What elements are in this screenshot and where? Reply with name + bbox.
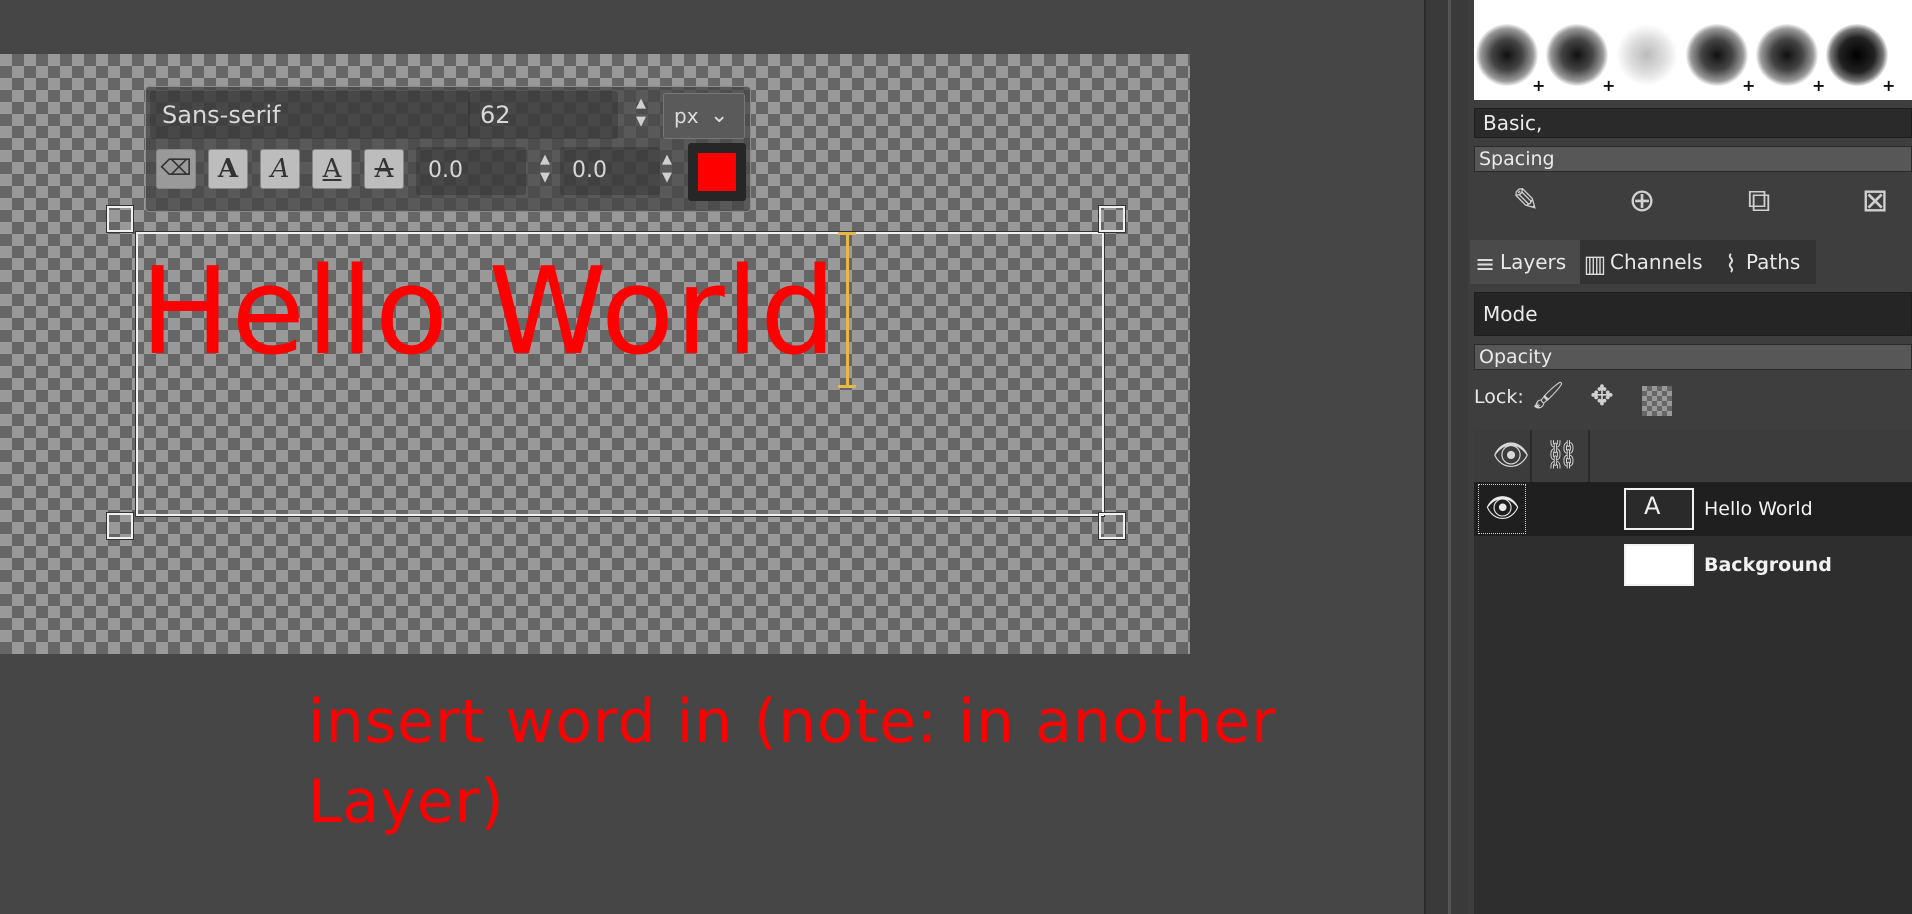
layers-icon: ≡ [1474,249,1496,278]
new-brush-icon[interactable]: ⊕ [1618,176,1666,224]
layer-thumbnail: A [1624,488,1694,530]
paths-icon: ⌇ [1725,249,1737,278]
duplicate-brush-icon[interactable]: ⧉ [1735,176,1783,224]
tab-channels[interactable]: ▥ Channels [1580,240,1716,284]
italic-icon: A [270,154,290,184]
font-size-input[interactable]: 62 [468,91,618,139]
baseline-input[interactable]: 0.0 [416,147,526,195]
column-divider [1530,430,1532,484]
brush-grid[interactable]: + + + + + [1474,0,1912,100]
chevron-down-icon: ⌄ [710,103,729,128]
plus-icon: + [1812,76,1826,95]
plus-icon: + [1882,76,1896,95]
resize-handle-top-left[interactable] [107,206,133,232]
brush-preset-field[interactable]: Basic, [1474,108,1912,138]
brush-preset[interactable] [1756,24,1818,86]
bold-button[interactable]: A [208,149,248,189]
opacity-slider[interactable]: Opacity [1474,344,1912,370]
kerning-input[interactable]: 0.0 [560,147,660,195]
lock-alpha-icon[interactable] [1642,386,1672,416]
tab-layers[interactable]: ≡ Layers [1470,240,1580,284]
brush-preset[interactable] [1616,24,1678,86]
plus-icon: + [1602,76,1616,95]
unit-label: px [674,104,699,128]
text-toolbox: Sans-serif 62 ▲ ▼ px ⌄ ⌫ A A A A 0.0 ▲ ▼ 0… [145,86,751,212]
italic-button[interactable]: A [260,149,300,189]
lock-pixels-icon[interactable]: 🖌 [1528,376,1568,416]
strikethrough-button[interactable]: A [364,149,404,189]
edit-brush-icon[interactable]: ✎ [1502,176,1550,224]
strikethrough-icon: A [374,154,394,184]
kerning-spinner[interactable]: ▲ ▼ [656,151,678,191]
layer-row[interactable]: Background [1474,538,1912,592]
resize-handle-top-right[interactable] [1099,206,1125,232]
text-color-swatch [698,153,736,191]
lock-position-icon[interactable]: ✥ [1582,376,1622,416]
layer-name[interactable]: Background [1704,538,1832,592]
plus-icon: + [1742,76,1756,95]
layer-mode-select[interactable]: Mode [1474,292,1912,336]
dock-divider-line [1448,0,1451,914]
tab-paths-label: Paths [1746,250,1801,274]
baseline-spinner[interactable]: ▲ ▼ [534,151,556,191]
brush-preset[interactable] [1546,24,1608,86]
channels-icon: ▥ [1583,249,1607,278]
resize-handle-bottom-left[interactable] [107,513,133,539]
text-cursor [846,234,849,386]
dock-divider[interactable] [1424,0,1470,914]
text-color-button[interactable] [688,143,746,201]
clear-style-button[interactable]: ⌫ [156,149,196,189]
text-cursor-cap-top [838,232,856,235]
layer-visibility-toggle[interactable]: 👁 [1478,484,1526,534]
font-size-spinner[interactable]: ▲ ▼ [630,95,652,135]
annotation-note: insert word in (note: in another Layer) [308,687,1277,837]
font-input[interactable]: Sans-serif [150,91,470,139]
underline-button[interactable]: A [312,149,352,189]
chain-header-icon: ⛓ [1544,438,1580,471]
clear-style-icon: ⌫ [160,156,192,181]
visibility-header-icon: 👁 [1492,438,1531,473]
canvas-text-layer[interactable]: Hello World [140,248,837,378]
brush-preset[interactable] [1826,24,1888,86]
spacing-slider[interactable]: Spacing [1474,146,1912,172]
layer-thumbnail [1624,544,1694,586]
tab-layers-label: Layers [1500,250,1567,274]
text-layer-icon: A [1644,492,1661,520]
layer-name[interactable]: Hello World [1704,482,1813,536]
underline-icon: A [322,154,342,184]
resize-handle-bottom-right[interactable] [1099,513,1125,539]
tab-channels-label: Channels [1610,250,1703,274]
unit-select[interactable]: px ⌄ [663,93,745,139]
eye-icon: 👁 [1485,491,1521,524]
brush-preset[interactable] [1686,24,1748,86]
text-cursor-cap-bottom [838,385,856,388]
layers-list-header: 👁 ⛓ [1474,430,1912,485]
brush-preset[interactable] [1476,24,1538,86]
plus-icon: + [1532,76,1546,95]
lock-label: Lock: [1474,386,1524,408]
delete-brush-icon[interactable]: ⊠ [1851,176,1899,224]
column-divider [1588,430,1590,484]
layer-row[interactable]: 👁 A Hello World [1474,482,1912,536]
tab-paths[interactable]: ⌇ Paths [1716,240,1816,284]
bold-icon: A [217,154,239,184]
